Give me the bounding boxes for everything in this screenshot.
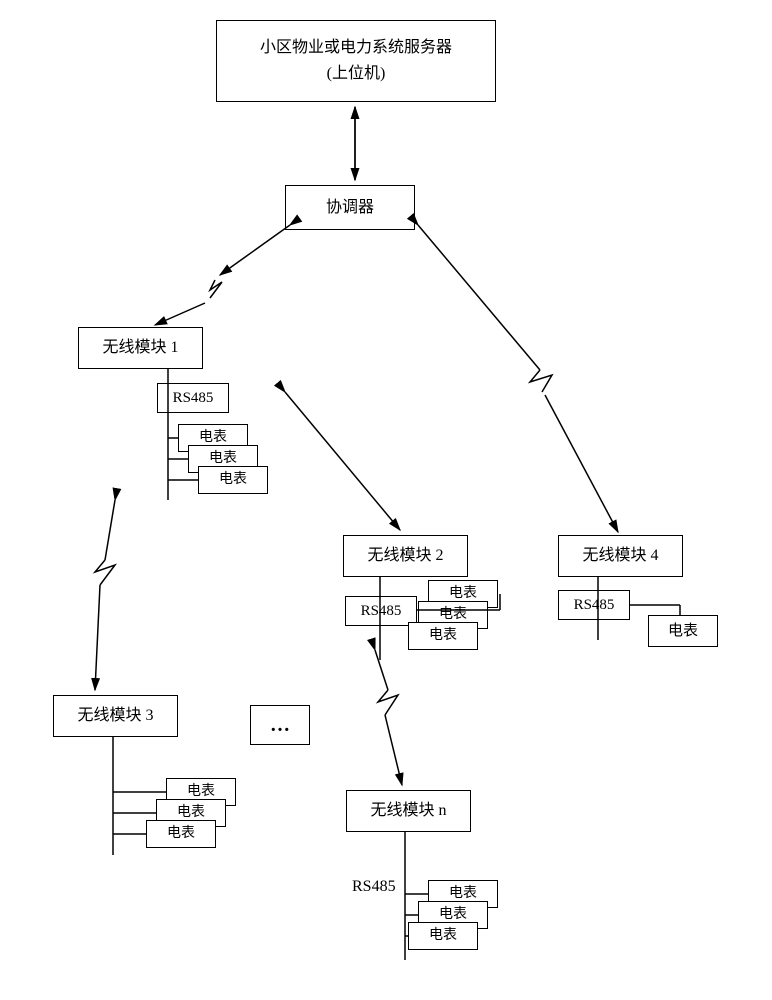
coordinator-label: 协调器 [326, 195, 374, 221]
module-4-box: 无线模块 4 [558, 535, 683, 577]
ellipsis-box: … [250, 705, 310, 745]
server-box: 小区物业或电力系统服务器 (上位机) [216, 20, 496, 102]
module-1-rs485: RS485 [157, 383, 229, 413]
module-1-meter-3: 电表 [198, 466, 268, 494]
coordinator-box: 协调器 [285, 185, 415, 230]
module-2-box: 无线模块 2 [343, 535, 468, 577]
module-4-label: 无线模块 4 [582, 543, 658, 569]
module-2-rs485: RS485 [345, 596, 417, 626]
server-line2: (上位机) [260, 61, 452, 87]
module-1-box: 无线模块 1 [78, 327, 203, 369]
module-2-label: 无线模块 2 [367, 543, 443, 569]
module-4-meter-1: 电表 [648, 615, 718, 647]
module-n-box: 无线模块 n [346, 790, 471, 832]
module-4-rs485: RS485 [558, 590, 630, 620]
connections-svg [0, 0, 772, 1000]
module-n-rs485-label: RS485 [352, 878, 396, 896]
server-line1: 小区物业或电力系统服务器 [260, 35, 452, 61]
module-n-meter-3: 电表 [408, 922, 478, 950]
module-n-label: 无线模块 n [370, 798, 446, 824]
module-3-label: 无线模块 3 [77, 703, 153, 729]
module-2-meter-3: 电表 [408, 622, 478, 650]
module-3-meter-3: 电表 [146, 820, 216, 848]
module-3-box: 无线模块 3 [53, 695, 178, 737]
module-1-label: 无线模块 1 [102, 335, 178, 361]
